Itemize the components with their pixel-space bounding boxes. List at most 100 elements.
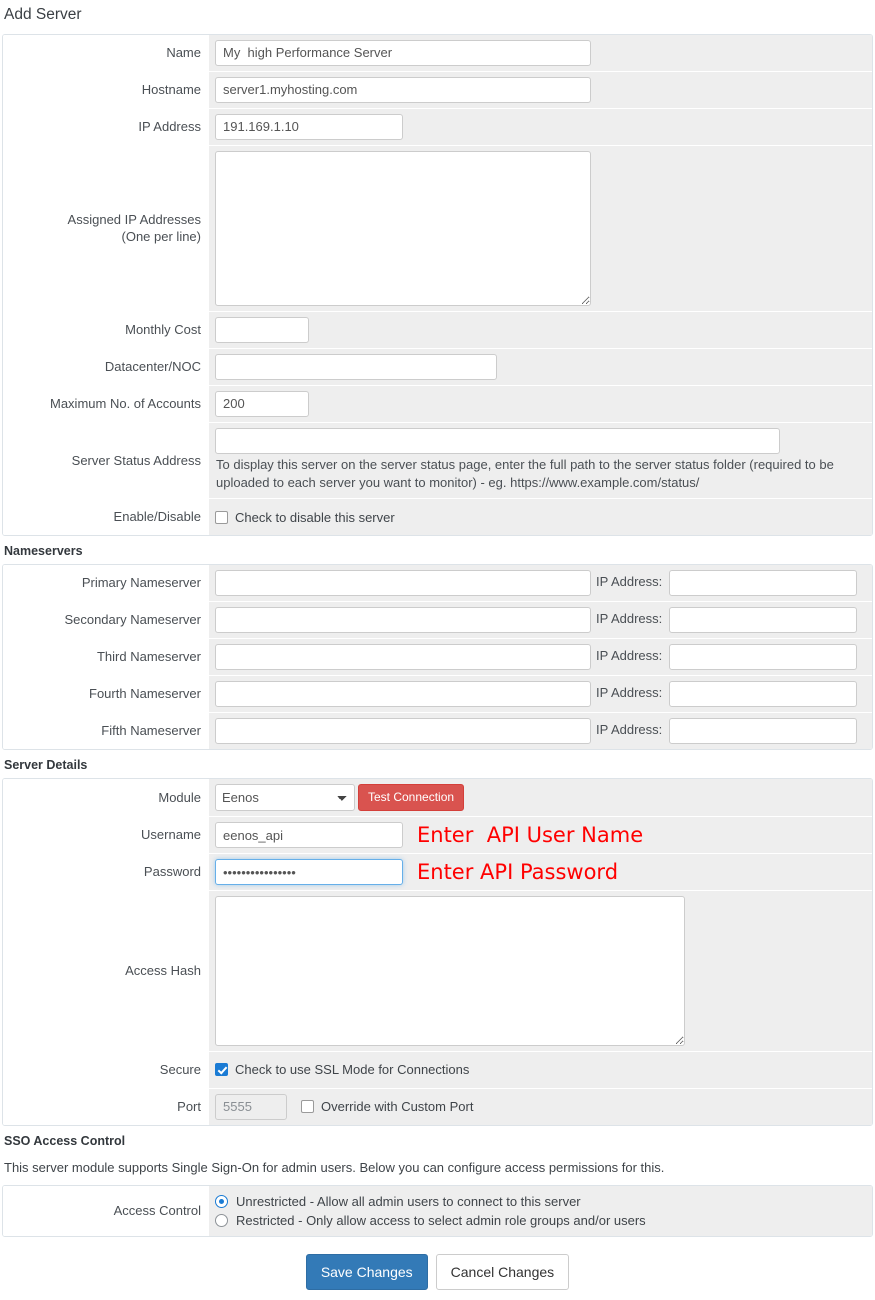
- checkbox-icon-disable-server[interactable]: [215, 510, 228, 524]
- label-fourth-nameserver-ip: IP Address:: [596, 685, 663, 701]
- third-nameserver-input[interactable]: [215, 643, 591, 670]
- field-row-access-control: Access Control Unrestricted - Allow all …: [3, 1185, 872, 1236]
- label-access-control: Access Control: [3, 1185, 209, 1236]
- radio-label-restricted: Restricted - Only allow access to select…: [236, 1212, 646, 1228]
- secondary-nameserver-ip-input[interactable]: [669, 606, 858, 633]
- field-row-module: Module Eenos Test Connection: [3, 778, 872, 818]
- ssl-mode-label: Check to use SSL Mode for Connections: [235, 1062, 470, 1078]
- label-enable-disable: Enable/Disable: [3, 499, 209, 535]
- access-hash-textarea[interactable]: [215, 896, 685, 1047]
- save-changes-button[interactable]: Save Changes: [305, 1253, 428, 1291]
- annotation-password: Enter API Password: [417, 859, 619, 884]
- checkbox-icon-override-port[interactable]: [301, 1100, 314, 1114]
- label-password: Password: [3, 854, 209, 891]
- access-control-radio-group: Unrestricted - Allow all admin users to …: [215, 1191, 646, 1231]
- radio-icon-unrestricted[interactable]: [215, 1194, 228, 1208]
- radio-row-unrestricted[interactable]: Unrestricted - Allow all admin users to …: [215, 1194, 646, 1209]
- label-assigned-ips: Assigned IP Addresses (One per line): [3, 145, 209, 311]
- annotation-username: Enter API User Name: [417, 822, 644, 847]
- field-row-primary-nameserver: Primary Nameserver IP Address:: [3, 564, 872, 602]
- field-row-access-hash: Access Hash: [3, 891, 872, 1053]
- label-module: Module: [3, 778, 209, 817]
- label-port: Port: [3, 1088, 209, 1125]
- field-row-third-nameserver: Third Nameserver IP Address:: [3, 638, 872, 676]
- field-row-enable-disable: Enable/Disable Check to disable this ser…: [3, 499, 872, 535]
- username-input[interactable]: [215, 822, 403, 849]
- label-status-address: Server Status Address: [3, 422, 209, 499]
- label-third-nameserver-ip: IP Address:: [596, 648, 663, 664]
- monthly-cost-input[interactable]: [215, 316, 309, 343]
- label-monthly-cost: Monthly Cost: [3, 311, 209, 348]
- max-accounts-input[interactable]: [215, 390, 309, 417]
- fifth-nameserver-ip-input[interactable]: [669, 717, 858, 744]
- field-row-datacenter: Datacenter/NOC: [3, 348, 872, 386]
- ssl-mode-checkbox-row[interactable]: Check to use SSL Mode for Connections: [215, 1062, 469, 1077]
- field-row-name: Name: [3, 34, 872, 72]
- override-port-checkbox-row[interactable]: Override with Custom Port: [301, 1099, 473, 1114]
- fourth-nameserver-input[interactable]: [215, 680, 591, 707]
- label-third-nameserver: Third Nameserver: [3, 638, 209, 675]
- status-address-input[interactable]: [215, 427, 780, 454]
- form-actions: Save Changes Cancel Changes: [2, 1237, 873, 1300]
- label-assigned-ips-line2: (One per line): [121, 229, 201, 245]
- nameservers-panel: Primary Nameserver IP Address: Secondary…: [2, 563, 873, 750]
- third-nameserver-ip-input[interactable]: [669, 643, 858, 670]
- label-ip-address: IP Address: [3, 108, 209, 145]
- datacenter-input[interactable]: [215, 353, 497, 380]
- secondary-nameserver-input[interactable]: [215, 606, 591, 633]
- primary-nameserver-input[interactable]: [215, 569, 591, 596]
- field-row-fifth-nameserver: Fifth Nameserver IP Address:: [3, 712, 872, 749]
- name-input[interactable]: [215, 39, 591, 66]
- label-secondary-nameserver: Secondary Nameserver: [3, 601, 209, 638]
- label-access-hash: Access Hash: [3, 891, 209, 1052]
- field-row-monthly-cost: Monthly Cost: [3, 311, 872, 349]
- label-datacenter: Datacenter/NOC: [3, 348, 209, 385]
- override-port-label: Override with Custom Port: [321, 1099, 474, 1115]
- label-primary-nameserver: Primary Nameserver: [3, 564, 209, 601]
- sso-description: This server module supports Single Sign-…: [4, 1159, 665, 1175]
- port-input[interactable]: [215, 1093, 287, 1120]
- label-max-accounts: Maximum No. of Accounts: [3, 385, 209, 422]
- label-secure: Secure: [3, 1052, 209, 1088]
- label-secondary-nameserver-ip: IP Address:: [596, 611, 663, 627]
- label-hostname: Hostname: [3, 71, 209, 108]
- label-primary-nameserver-ip: IP Address:: [596, 574, 663, 590]
- field-row-ip-address: IP Address: [3, 108, 872, 146]
- primary-nameserver-ip-input[interactable]: [669, 569, 858, 596]
- sso-heading: SSO Access Control: [4, 1133, 126, 1148]
- disable-server-checkbox-row[interactable]: Check to disable this server: [215, 510, 395, 525]
- label-username: Username: [3, 817, 209, 854]
- page-title: Add Server: [4, 6, 82, 23]
- assigned-ips-textarea[interactable]: [215, 150, 591, 306]
- password-input[interactable]: [215, 859, 403, 886]
- sso-panel: Access Control Unrestricted - Allow all …: [2, 1184, 873, 1237]
- field-row-hostname: Hostname: [3, 71, 872, 109]
- fourth-nameserver-ip-input[interactable]: [669, 680, 858, 707]
- cancel-changes-button[interactable]: Cancel Changes: [435, 1253, 570, 1291]
- field-row-port: Port Override with Custom Port: [3, 1088, 872, 1125]
- field-row-password: Password Enter API Password: [3, 854, 872, 892]
- label-fifth-nameserver: Fifth Nameserver: [3, 712, 209, 749]
- test-connection-button[interactable]: Test Connection: [358, 783, 465, 812]
- ip-address-input[interactable]: [215, 113, 403, 140]
- disable-server-label: Check to disable this server: [235, 509, 395, 525]
- radio-label-unrestricted: Unrestricted - Allow all admin users to …: [236, 1193, 581, 1209]
- module-select[interactable]: Eenos: [215, 784, 355, 812]
- field-row-secure: Secure Check to use SSL Mode for Connect…: [3, 1052, 872, 1089]
- label-fifth-nameserver-ip: IP Address:: [596, 722, 663, 738]
- label-assigned-ips-line1: Assigned IP Addresses: [67, 211, 201, 227]
- field-row-assigned-ips: Assigned IP Addresses (One per line): [3, 145, 872, 312]
- field-row-max-accounts: Maximum No. of Accounts: [3, 385, 872, 423]
- module-panel: Module Eenos Test Connection Username En…: [2, 777, 873, 1126]
- hostname-input[interactable]: [215, 76, 591, 103]
- field-row-username: Username Enter API User Name: [3, 817, 872, 855]
- field-row-secondary-nameserver: Secondary Nameserver IP Address:: [3, 601, 872, 639]
- radio-row-restricted[interactable]: Restricted - Only allow access to select…: [215, 1213, 646, 1228]
- checkbox-icon-ssl-mode[interactable]: [215, 1063, 228, 1077]
- fifth-nameserver-input[interactable]: [215, 717, 591, 744]
- radio-icon-restricted[interactable]: [215, 1213, 228, 1227]
- field-row-fourth-nameserver: Fourth Nameserver IP Address:: [3, 675, 872, 713]
- server-details-heading: Server Details: [4, 757, 88, 772]
- nameservers-heading: Nameservers: [4, 543, 83, 558]
- status-address-help: To display this server on the server sta…: [216, 456, 834, 491]
